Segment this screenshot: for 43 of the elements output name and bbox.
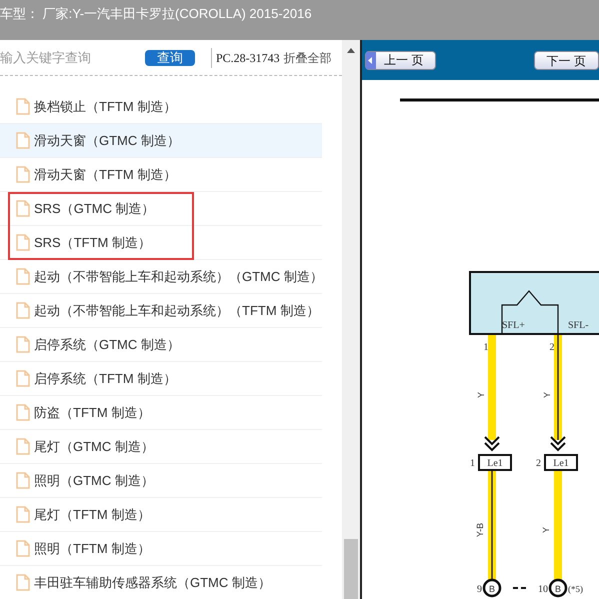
tree-item[interactable]: 滑动天窗（GTMC 制造） — [0, 124, 322, 158]
wire-color-code: Y-B — [475, 522, 485, 538]
connector-number: 1 — [470, 458, 475, 469]
connector-box: Le1 — [478, 454, 512, 471]
document-icon — [16, 574, 30, 591]
document-icon — [16, 132, 30, 149]
document-icon — [16, 268, 30, 285]
document-icon — [16, 166, 30, 183]
pin-label: SFL- — [568, 320, 589, 331]
document-icon — [16, 302, 30, 319]
terminal-circle: B — [548, 578, 568, 598]
document-icon — [16, 404, 30, 421]
document-icon — [16, 506, 30, 523]
window-title: 车型： 厂家:Y-一汽丰田卡罗拉(COROLLA) 2015-2016 — [0, 6, 312, 21]
wire-color-code: Y — [542, 392, 552, 398]
code-label: PC.28-31743 — [216, 50, 280, 66]
connector-number: 2 — [536, 458, 541, 469]
document-icon — [16, 200, 30, 217]
terminal-number: 9 — [477, 584, 482, 595]
pin-number: 1 — [484, 342, 488, 353]
document-icon — [16, 438, 30, 455]
dashed-link — [513, 587, 528, 589]
wire-color-code: Y — [476, 392, 486, 398]
previous-page-button[interactable]: 上一 页 — [365, 50, 436, 70]
wire-color-code: Y — [541, 527, 551, 533]
next-page-button[interactable]: 下一 页 — [534, 50, 599, 70]
document-icon — [16, 234, 30, 251]
pin-label: SFL+ — [502, 320, 525, 331]
scroll-up-icon[interactable] — [347, 48, 355, 53]
document-icon — [16, 336, 30, 353]
search-button[interactable]: 查询 — [145, 50, 195, 66]
document-icon — [16, 540, 30, 557]
pin-number: 2 — [550, 342, 554, 353]
terminal-circle: B — [482, 578, 502, 598]
document-icon — [16, 370, 30, 387]
note-mark: (*5) — [568, 584, 583, 594]
document-icon — [16, 98, 30, 115]
document-icon — [16, 472, 30, 489]
terminal-number: 10 — [538, 584, 548, 595]
connector-box: Le1 — [544, 454, 578, 471]
scrollbar[interactable] — [342, 40, 360, 599]
collapse-all-link[interactable]: 折叠全部 — [284, 48, 332, 66]
scrollbar-thumb[interactable] — [344, 539, 358, 599]
